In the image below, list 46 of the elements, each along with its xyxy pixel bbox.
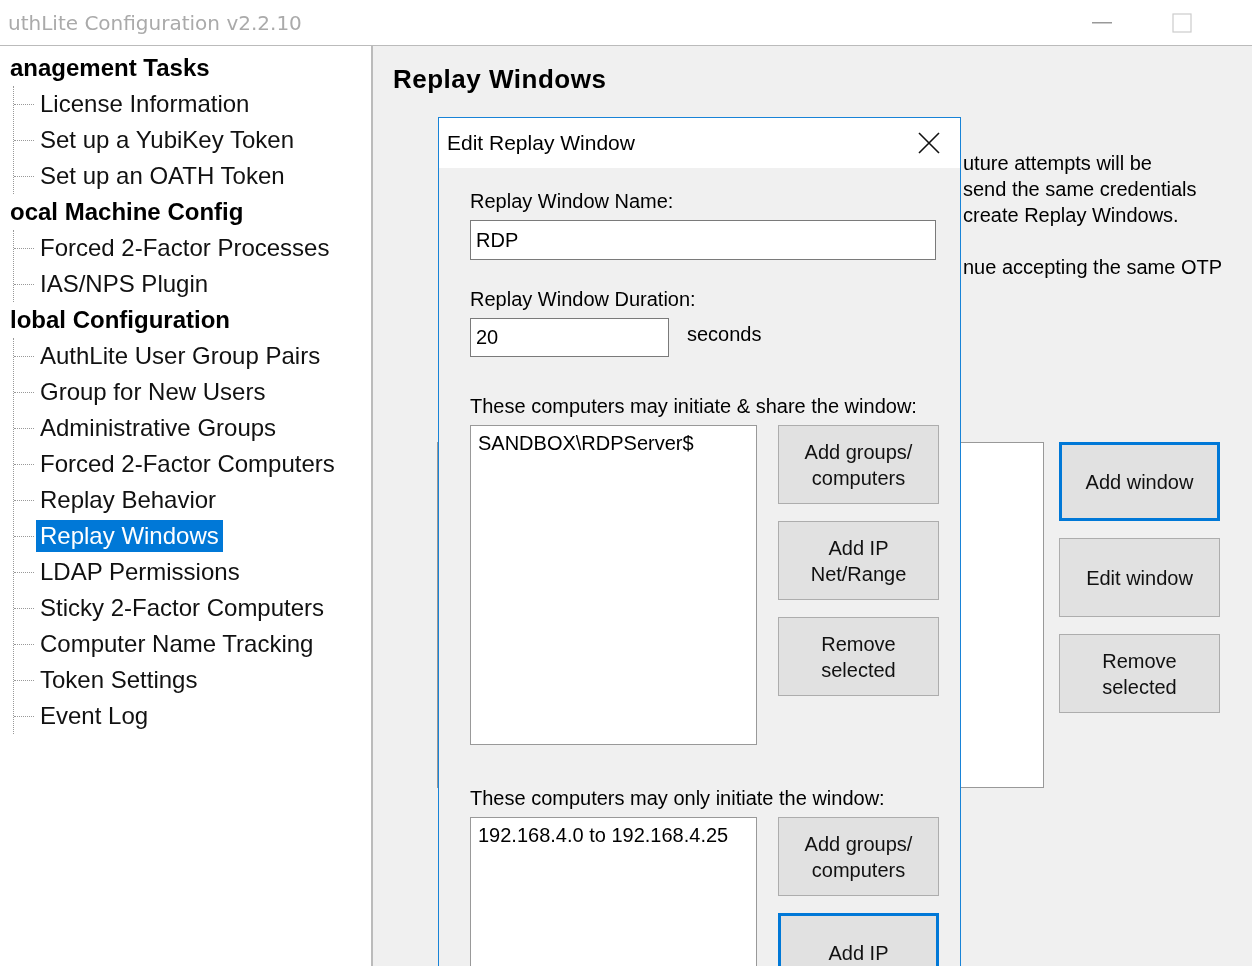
name-field[interactable]: RDP (470, 220, 936, 260)
description-text: uture attempts will be (963, 151, 1153, 176)
tree-item[interactable]: Forced 2-Factor Processes (36, 232, 334, 264)
tree-item[interactable]: Administrative Groups (36, 412, 281, 444)
tree-item[interactable]: Computer Name Tracking (36, 628, 318, 660)
list-label: These computers may only initiate the window: (470, 786, 885, 811)
computer-list[interactable]: 192.168.4.0 to 192.168.4.25 (470, 817, 757, 966)
dialog-title: Edit Replay Window (447, 131, 635, 155)
page-title: Replay Windows (393, 64, 608, 95)
duration-field[interactable]: 20 (470, 318, 669, 357)
computer-list[interactable]: SANDBOX\RDPServer$ (470, 425, 757, 745)
field-label: Replay Window Name: (470, 189, 674, 214)
tree-item[interactable]: License Information (36, 88, 254, 120)
list-button[interactable]: Add groups/ computers (778, 425, 939, 504)
tree-item[interactable]: Forced 2-Factor Computers (36, 448, 339, 480)
tree-item[interactable]: Sticky 2-Factor Computers (36, 592, 329, 624)
tree-item[interactable]: LDAP Permissions (36, 556, 244, 588)
tree-item[interactable]: Event Log (36, 700, 153, 732)
window-button[interactable]: Add window (1059, 442, 1220, 521)
close-icon[interactable] (918, 132, 940, 154)
tree-item[interactable]: ocal Machine Config (8, 194, 246, 230)
description-text: send the same credentials (963, 177, 1198, 202)
window-button[interactable]: Edit window (1059, 538, 1220, 617)
window-button[interactable]: Remove selected (1059, 634, 1220, 713)
list-button[interactable]: Add groups/ computers (778, 817, 939, 896)
list-item[interactable]: SANDBOX\RDPServer$ (478, 430, 749, 456)
tree-item[interactable]: IAS/NPS Plugin (36, 268, 213, 300)
tree-item[interactable]: AuthLite User Group Pairs (36, 340, 325, 372)
list-button[interactable]: Add IP (778, 913, 939, 966)
window-title: uthLite Configuration v2.2.10 (8, 10, 303, 35)
tree-item[interactable]: Set up a YubiKey Token (36, 124, 298, 156)
field-label: Replay Window Duration: (470, 287, 696, 312)
list-item[interactable]: 192.168.4.0 to 192.168.4.25 (478, 822, 749, 848)
tree-item[interactable]: Set up an OATH Token (36, 160, 289, 192)
unit-label: seconds (687, 323, 762, 346)
list-button[interactable]: Add IP Net/Range (778, 521, 939, 600)
tree-item[interactable]: anagement Tasks (8, 50, 212, 86)
tree-item[interactable]: Group for New Users (36, 376, 270, 408)
description-text: nue accepting the same OTP (963, 255, 1224, 280)
list-label: These computers may initiate & share the window: (470, 394, 917, 419)
list-button[interactable]: Remove selected (778, 617, 939, 696)
tree-item[interactable]: lobal Configuration (8, 302, 232, 338)
tree-item[interactable]: Token Settings (36, 664, 202, 696)
tree-item[interactable]: Replay Windows (36, 520, 223, 552)
description-text: create Replay Windows. (963, 203, 1180, 228)
tree-item[interactable]: Replay Behavior (36, 484, 221, 516)
